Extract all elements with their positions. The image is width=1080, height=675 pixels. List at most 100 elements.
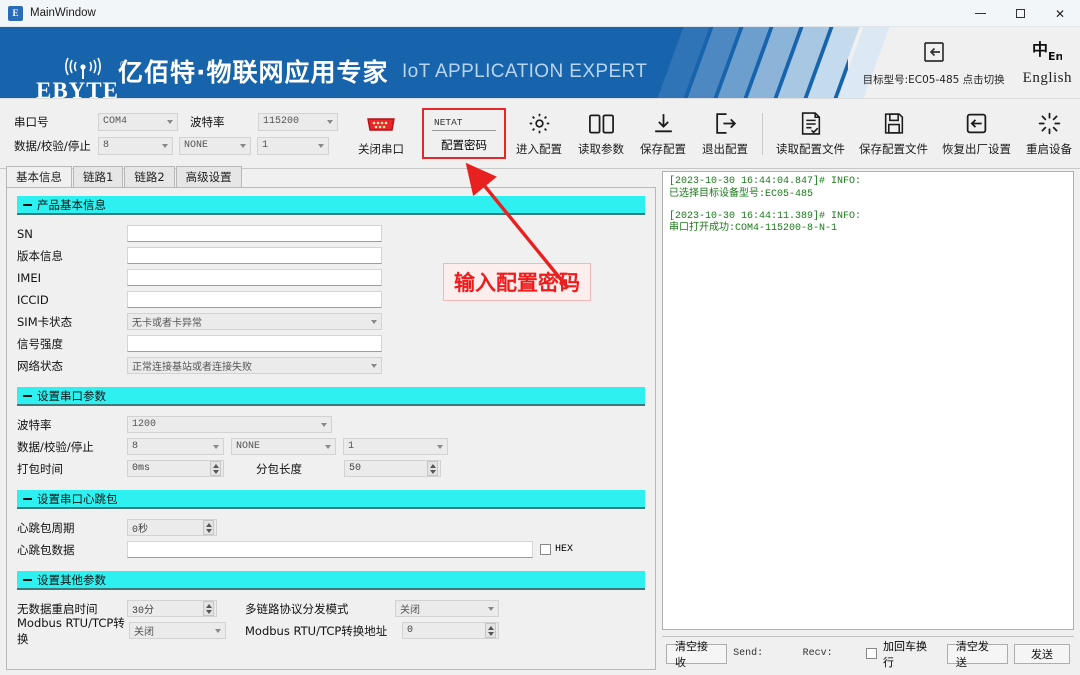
language-switch[interactable]: 中 En English (1023, 39, 1072, 87)
stepper-arrows-icon[interactable] (203, 520, 214, 535)
banner-title-en: IoT APPLICATION EXPERT (402, 61, 648, 82)
chevron-down-icon (488, 606, 494, 611)
stop-bits-select[interactable]: 1 (257, 136, 329, 155)
chevron-down-icon (240, 143, 246, 148)
log-output[interactable]: [2023-10-30 16:44:04.847]# INFO: 已选择目标设备… (662, 171, 1074, 630)
read-config-file-button[interactable]: 读取配置文件 (769, 111, 852, 157)
svg-text:En: En (1048, 50, 1062, 63)
maximize-button[interactable] (1000, 0, 1040, 27)
config-password-input[interactable] (432, 115, 496, 131)
baud-rate-value: 115200 (263, 116, 300, 127)
baud-rate-label: 波特率 (190, 114, 225, 129)
serial-port-select[interactable]: COM4 (98, 112, 178, 131)
field-cfg-format-label: 数据/校验/停止 (17, 439, 94, 454)
field-multilink-select[interactable]: 关闭 (395, 600, 499, 617)
enter-config-button[interactable]: 进入配置 (508, 111, 570, 157)
field-modbus-select[interactable]: 关闭 (129, 622, 226, 639)
save-config-label: 保存配置 (640, 141, 686, 156)
chevron-down-icon (167, 119, 173, 124)
factory-reset-button[interactable]: 恢复出厂设置 (935, 111, 1018, 157)
field-sim-status: SIM卡状态 无卡或者卡异常 (17, 312, 645, 331)
log-line: 串口打开成功:COM4-115200-8-N-1 (669, 223, 838, 235)
field-cfg-stop-bits-select[interactable]: 1 (343, 438, 448, 455)
window-controls: ✕ (960, 0, 1080, 27)
field-network-status-select[interactable]: 正常连接基站或者连接失败 (127, 357, 382, 374)
exit-config-button[interactable]: 退出配置 (694, 111, 756, 157)
stepper-arrows-icon[interactable] (427, 461, 438, 476)
field-cfg-format: 数据/校验/停止 8 NONE 1 (17, 437, 645, 456)
field-multilink-label: 多链路协议分发模式 (245, 601, 349, 616)
field-version-input[interactable] (127, 247, 382, 264)
field-imei-input[interactable] (127, 269, 382, 286)
close-serial-port-button[interactable]: 关闭串口 (350, 111, 412, 157)
clear-recv-button[interactable]: 清空接收 (666, 640, 728, 669)
tab-link1[interactable]: 链路1 (73, 166, 124, 187)
chevron-down-icon (437, 444, 443, 449)
crlf-label: 加回车换行 (882, 639, 927, 669)
serial-connector-icon (365, 111, 397, 137)
field-pack-time-stepper[interactable]: 0ms (127, 460, 224, 477)
chevron-down-icon (321, 422, 327, 427)
restart-spinner-icon (1037, 111, 1062, 137)
field-modbus-label: Modbus RTU/TCP转换 (17, 615, 125, 646)
log-spacer (669, 202, 1067, 211)
clear-send-button[interactable]: 清空发送 (946, 640, 1009, 669)
field-cfg-parity-select[interactable]: NONE (231, 438, 336, 455)
stepper-arrows-icon[interactable] (203, 601, 214, 616)
field-heartbeat-period-value: 0秒 (132, 524, 149, 536)
field-cfg-data-bits-value: 8 (132, 441, 139, 452)
document-check-icon (799, 111, 823, 137)
parity-select[interactable]: NONE (179, 136, 251, 155)
field-signal-input[interactable] (127, 335, 382, 352)
field-cfg-baud-select[interactable]: 1200 (127, 416, 332, 433)
field-sn-label: SN (17, 226, 33, 241)
book-icon (588, 111, 615, 137)
heartbeat-hex-checkbox[interactable] (540, 544, 551, 555)
field-nodata-restart-stepper[interactable]: 30分 (127, 600, 217, 617)
restart-device-label: 重启设备 (1026, 141, 1072, 156)
field-pack-len-stepper[interactable]: 50 (344, 460, 441, 477)
config-password-label: 配置密码 (441, 138, 487, 152)
tab-advanced[interactable]: 高级设置 (175, 166, 242, 187)
field-sim-status-select[interactable]: 无卡或者卡异常 (127, 313, 382, 330)
field-modbus-addr-stepper[interactable]: 0 (402, 622, 499, 639)
field-sn-input[interactable] (127, 225, 382, 242)
field-cfg-data-bits-select[interactable]: 8 (127, 438, 224, 455)
field-signal-label: 信号强度 (17, 336, 63, 351)
data-bits-select[interactable]: 8 (98, 136, 173, 155)
close-button[interactable]: ✕ (1040, 0, 1080, 27)
save-config-button[interactable]: 保存配置 (632, 111, 694, 157)
stepper-arrows-icon[interactable] (485, 623, 496, 638)
baud-rate-select[interactable]: 115200 (258, 112, 338, 131)
tab-link2[interactable]: 链路2 (124, 166, 175, 187)
crlf-checkbox[interactable] (866, 648, 877, 659)
field-heartbeat-data-label: 心跳包数据 (17, 542, 75, 557)
send-counter: Send: (733, 648, 764, 659)
serial-port-label: 串口号 (14, 114, 49, 129)
send-button[interactable]: 发送 (1014, 643, 1071, 664)
field-pack-len-value: 50 (349, 463, 362, 474)
field-modbus-value: 关闭 (134, 627, 154, 639)
window-title: MainWindow (30, 7, 96, 19)
target-model-switch[interactable]: 目标型号:EC05-485 点击切换 (863, 39, 1005, 87)
save-config-file-button[interactable]: 保存配置文件 (852, 111, 935, 157)
read-params-button[interactable]: 读取参数 (570, 111, 632, 157)
stepper-arrows-icon[interactable] (210, 461, 221, 476)
chevron-down-icon (327, 119, 333, 124)
field-cfg-parity-value: NONE (236, 441, 261, 452)
language-label: English (1022, 69, 1072, 86)
section-heartbeat-title: 设置串口心跳包 (37, 491, 118, 506)
read-params-label: 读取参数 (578, 141, 624, 156)
language-icon: 中 En (1032, 40, 1063, 63)
toolbar-divider (762, 112, 763, 155)
gear-icon (527, 111, 552, 137)
field-heartbeat-data-input[interactable] (127, 541, 533, 558)
tab-basic-info[interactable]: 基本信息 (6, 166, 72, 188)
restart-device-button[interactable]: 重启设备 (1018, 111, 1080, 157)
section-other-params-title: 设置其他参数 (37, 572, 106, 587)
stop-bits-value: 1 (262, 140, 269, 151)
field-iccid-input[interactable] (127, 291, 382, 308)
field-sim-status-label: SIM卡状态 (17, 314, 73, 329)
field-heartbeat-period-stepper[interactable]: 0秒 (127, 519, 217, 536)
minimize-button[interactable] (960, 0, 1000, 27)
